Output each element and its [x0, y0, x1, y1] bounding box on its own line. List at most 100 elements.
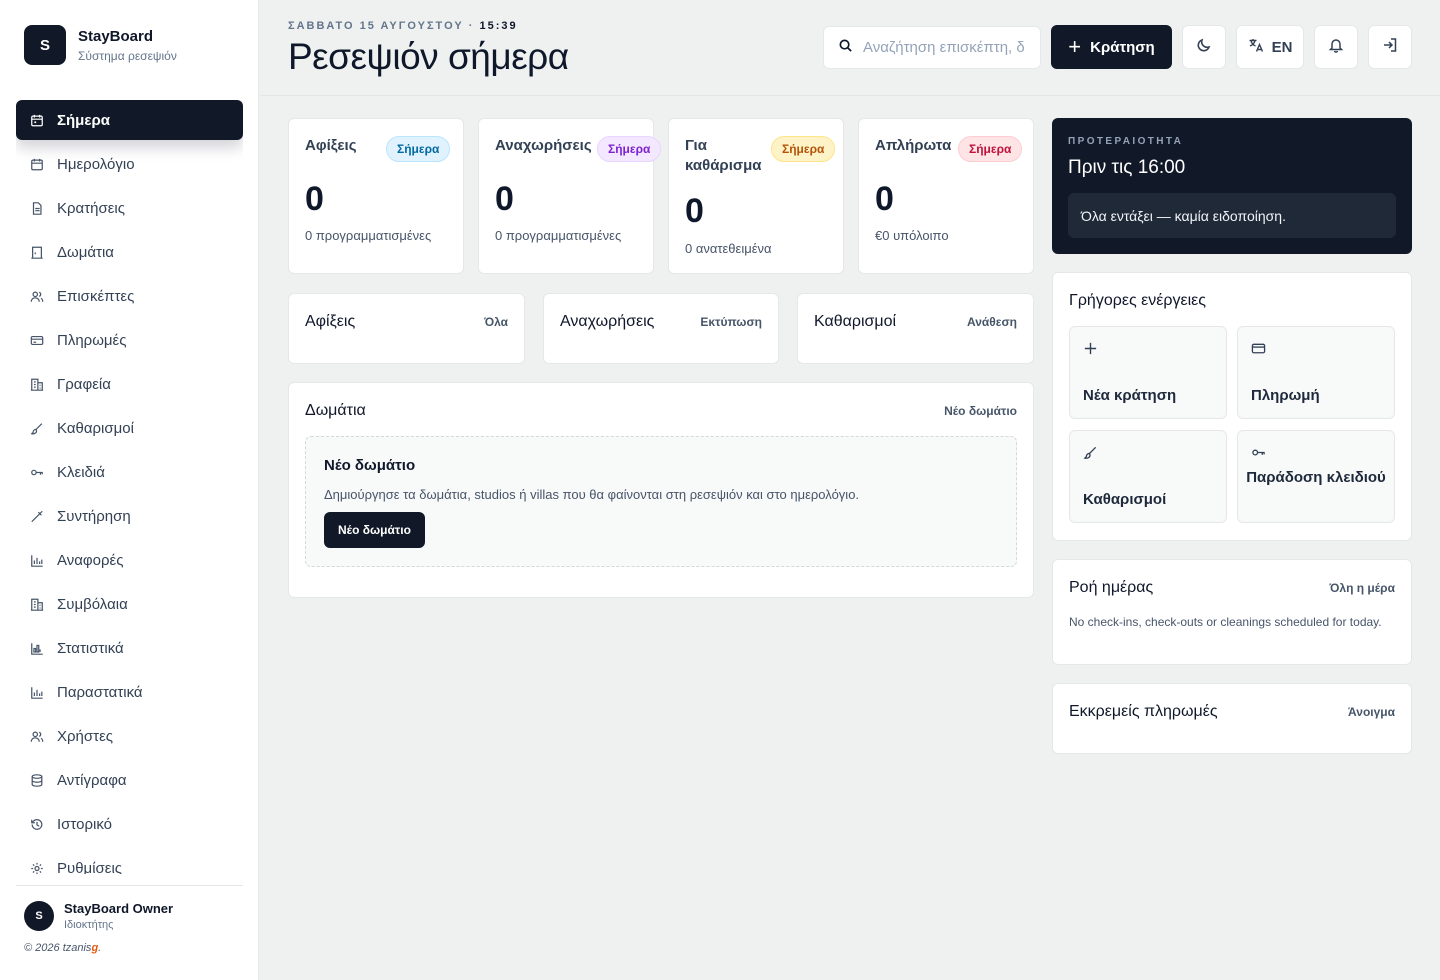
brush-icon — [30, 421, 44, 435]
day-flow-empty-text: No check-ins, check-outs or cleanings sc… — [1069, 615, 1382, 629]
quick-action-label: Παράδοση κλειδιού — [1246, 469, 1386, 486]
credit-card-icon — [1251, 341, 1266, 356]
sidebar-item-label: Σήμερα — [57, 111, 110, 129]
status-badge: Σήμερα — [386, 136, 451, 162]
stat-title: Για καθάρισμα — [685, 137, 762, 174]
new-room-link[interactable]: Νέο δωμάτιο — [944, 404, 1017, 418]
sidebar-item-rooms[interactable]: Δωμάτια — [16, 232, 243, 272]
sidebar-item-guests[interactable]: Επισκέπτες — [16, 276, 243, 316]
language-label: EN — [1271, 38, 1293, 56]
search-box[interactable] — [823, 26, 1041, 69]
pending-payments-panel: Εκκρεμείς πληρωμές Άνοιγμα — [1052, 683, 1412, 754]
theme-toggle-button[interactable] — [1182, 25, 1226, 69]
sidebar-item-label: Στατιστικά — [57, 639, 124, 657]
print-link[interactable]: Εκτύπωση — [700, 315, 762, 329]
sidebar-item-label: Πληρωμές — [57, 331, 127, 349]
sidebar-item-maintenance[interactable]: Συντήρηση — [16, 496, 243, 536]
sidebar-item-backups[interactable]: Αντίγραφα — [16, 760, 243, 800]
arrivals-panel: Αφίξεις Όλα — [288, 293, 525, 364]
quick-action-cleanings[interactable]: Καθαρισμοί — [1069, 430, 1227, 523]
sidebar-item-contracts[interactable]: Συμβόλαια — [16, 584, 243, 624]
key-icon — [30, 465, 44, 479]
page-title: Ρεσεψιόν σήμερα — [288, 36, 569, 77]
all-day-link[interactable]: Όλη η μέρα — [1330, 581, 1395, 595]
panel-title: Αναχωρήσεις — [560, 313, 655, 330]
sidebar-item-today[interactable]: Σήμερα — [16, 100, 243, 140]
panel-title: Εκκρεμείς πληρωμές — [1069, 703, 1218, 720]
status-badge: Σήμερα — [958, 136, 1023, 162]
stat-value: 0 — [495, 180, 514, 218]
chart-icon — [30, 641, 44, 655]
sidebar-item-keys[interactable]: Κλειδιά — [16, 452, 243, 492]
sidebar-item-calendar[interactable]: Ημερολόγιο — [16, 144, 243, 184]
sidebar-item-label: Συντήρηση — [57, 507, 131, 525]
day-flow-panel: Ροή ημέρας Όλη η μέρα No check-ins, chec… — [1052, 559, 1412, 665]
user-profile[interactable]: S StayBoard Owner Ιδιοκτήτης — [24, 901, 173, 931]
sidebar-item-settings[interactable]: Ρυθμίσεις — [16, 848, 243, 874]
quick-actions-panel: Γρήγορες ενέργειες Νέα κράτηση Πληρωμή Κ… — [1052, 272, 1412, 541]
plus-icon: + — [1068, 34, 1082, 59]
sidebar-item-payments[interactable]: Πληρωμές — [16, 320, 243, 360]
new-room-button[interactable]: Νέο δωμάτιο — [324, 512, 425, 548]
open-link[interactable]: Άνοιγμα — [1348, 705, 1395, 719]
stat-value: 0 — [875, 180, 894, 218]
panel-title: Γρήγορες ενέργειες — [1069, 292, 1206, 309]
cleanings-panel: Καθαρισμοί Ανάθεση — [797, 293, 1034, 364]
stat-value: 0 — [685, 192, 704, 230]
priority-panel: ΠΡΟΤΕΡΑΙΟΤΗΤΑ Πριν τις 16:00 Όλα εντάξει… — [1052, 118, 1412, 254]
brand-logo: S — [24, 25, 66, 65]
new-booking-button[interactable]: + Κράτηση — [1051, 25, 1172, 69]
search-input[interactable] — [863, 39, 1033, 56]
brand[interactable]: S StayBoard Σύστημα ρεσεψιόν — [24, 25, 177, 65]
stat-card-departures[interactable]: Αναχωρήσεις Σήμερα 0 0 προγραμματισμένες — [478, 118, 662, 274]
sidebar-item-label: Αντίγραφα — [57, 771, 127, 789]
view-all-link[interactable]: Όλα — [484, 315, 508, 329]
building-icon — [30, 377, 44, 391]
stat-subtitle: €0 υπόλοιπο — [875, 228, 949, 243]
sidebar-item-label: Συμβόλαια — [57, 595, 128, 613]
stat-card-arrivals[interactable]: Αφίξεις Σήμερα 0 0 προγραμματισμένες — [288, 118, 464, 274]
language-button[interactable]: EN — [1236, 25, 1304, 69]
sidebar-item-reports[interactable]: Αναφορές — [16, 540, 243, 580]
stat-card-cleaning[interactable]: Για καθάρισμα Σήμερα 0 0 ανατεθειμένα — [668, 118, 844, 274]
sidebar-item-cleanings[interactable]: Καθαρισμοί — [16, 408, 243, 448]
logout-button[interactable] — [1368, 25, 1412, 69]
sidebar-item-statistics[interactable]: Στατιστικά — [16, 628, 243, 668]
assign-link[interactable]: Ανάθεση — [967, 315, 1017, 329]
quick-action-new-booking[interactable]: Νέα κράτηση — [1069, 326, 1227, 419]
rooms-panel: Δωμάτια Νέο δωμάτιο Νέο δωμάτιο Δημιούργ… — [288, 382, 1034, 598]
user-role: Ιδιοκτήτης — [64, 919, 114, 931]
sidebar-item-invoices[interactable]: Παραστατικά — [16, 672, 243, 712]
sidebar-item-offices[interactable]: Γραφεία — [16, 364, 243, 404]
sidebar-item-users[interactable]: Χρήστες — [16, 716, 243, 756]
sidebar-item-label: Κλειδιά — [57, 463, 105, 481]
sidebar-nav: Σήμερα Ημερολόγιο Κρατήσεις Δωμάτια Επισ… — [16, 100, 243, 874]
user-name: StayBoard Owner — [64, 901, 174, 916]
bar-chart-icon — [30, 553, 44, 567]
sidebar-footer: S StayBoard Owner Ιδιοκτήτης © 2026 tzan… — [16, 885, 243, 954]
sidebar-item-label: Κρατήσεις — [57, 199, 125, 217]
panel-title: Ροή ημέρας — [1069, 579, 1154, 596]
priority-label: ΠΡΟΤΕΡΑΙΟΤΗΤΑ — [1068, 136, 1184, 147]
time-text: 15:39 — [479, 20, 518, 32]
stat-card-unpaid[interactable]: Απλήρωτα Σήμερα 0 €0 υπόλοιπο — [858, 118, 1034, 274]
sidebar-item-label: Ημερολόγιο — [57, 155, 135, 173]
sidebar-item-bookings[interactable]: Κρατήσεις — [16, 188, 243, 228]
gear-icon — [30, 861, 44, 874]
users-icon — [30, 289, 44, 303]
panel-title: Καθαρισμοί — [814, 313, 897, 330]
panel-title: Δωμάτια — [305, 402, 366, 419]
quick-action-payment[interactable]: Πληρωμή — [1237, 326, 1395, 419]
new-booking-label: Κράτηση — [1090, 38, 1155, 56]
notifications-button[interactable] — [1314, 25, 1358, 69]
copyright-end: . — [98, 942, 102, 954]
date-time: ΣΑΒΒΑΤΟ 15 ΑΥΓΟΥΣΤΟΥ · 15:39 — [288, 20, 518, 32]
sidebar-item-history[interactable]: Ιστορικό — [16, 804, 243, 844]
credit-card-icon — [30, 333, 44, 347]
status-badge: Σήμερα — [597, 136, 662, 162]
sidebar-item-label: Επισκέπτες — [57, 287, 135, 305]
sidebar-item-label: Αναφορές — [57, 551, 124, 569]
departures-panel: Αναχωρήσεις Εκτύπωση — [543, 293, 779, 364]
status-badge: Σήμερα — [771, 136, 836, 162]
quick-action-key-handover[interactable]: Παράδοση κλειδιού — [1237, 430, 1395, 523]
